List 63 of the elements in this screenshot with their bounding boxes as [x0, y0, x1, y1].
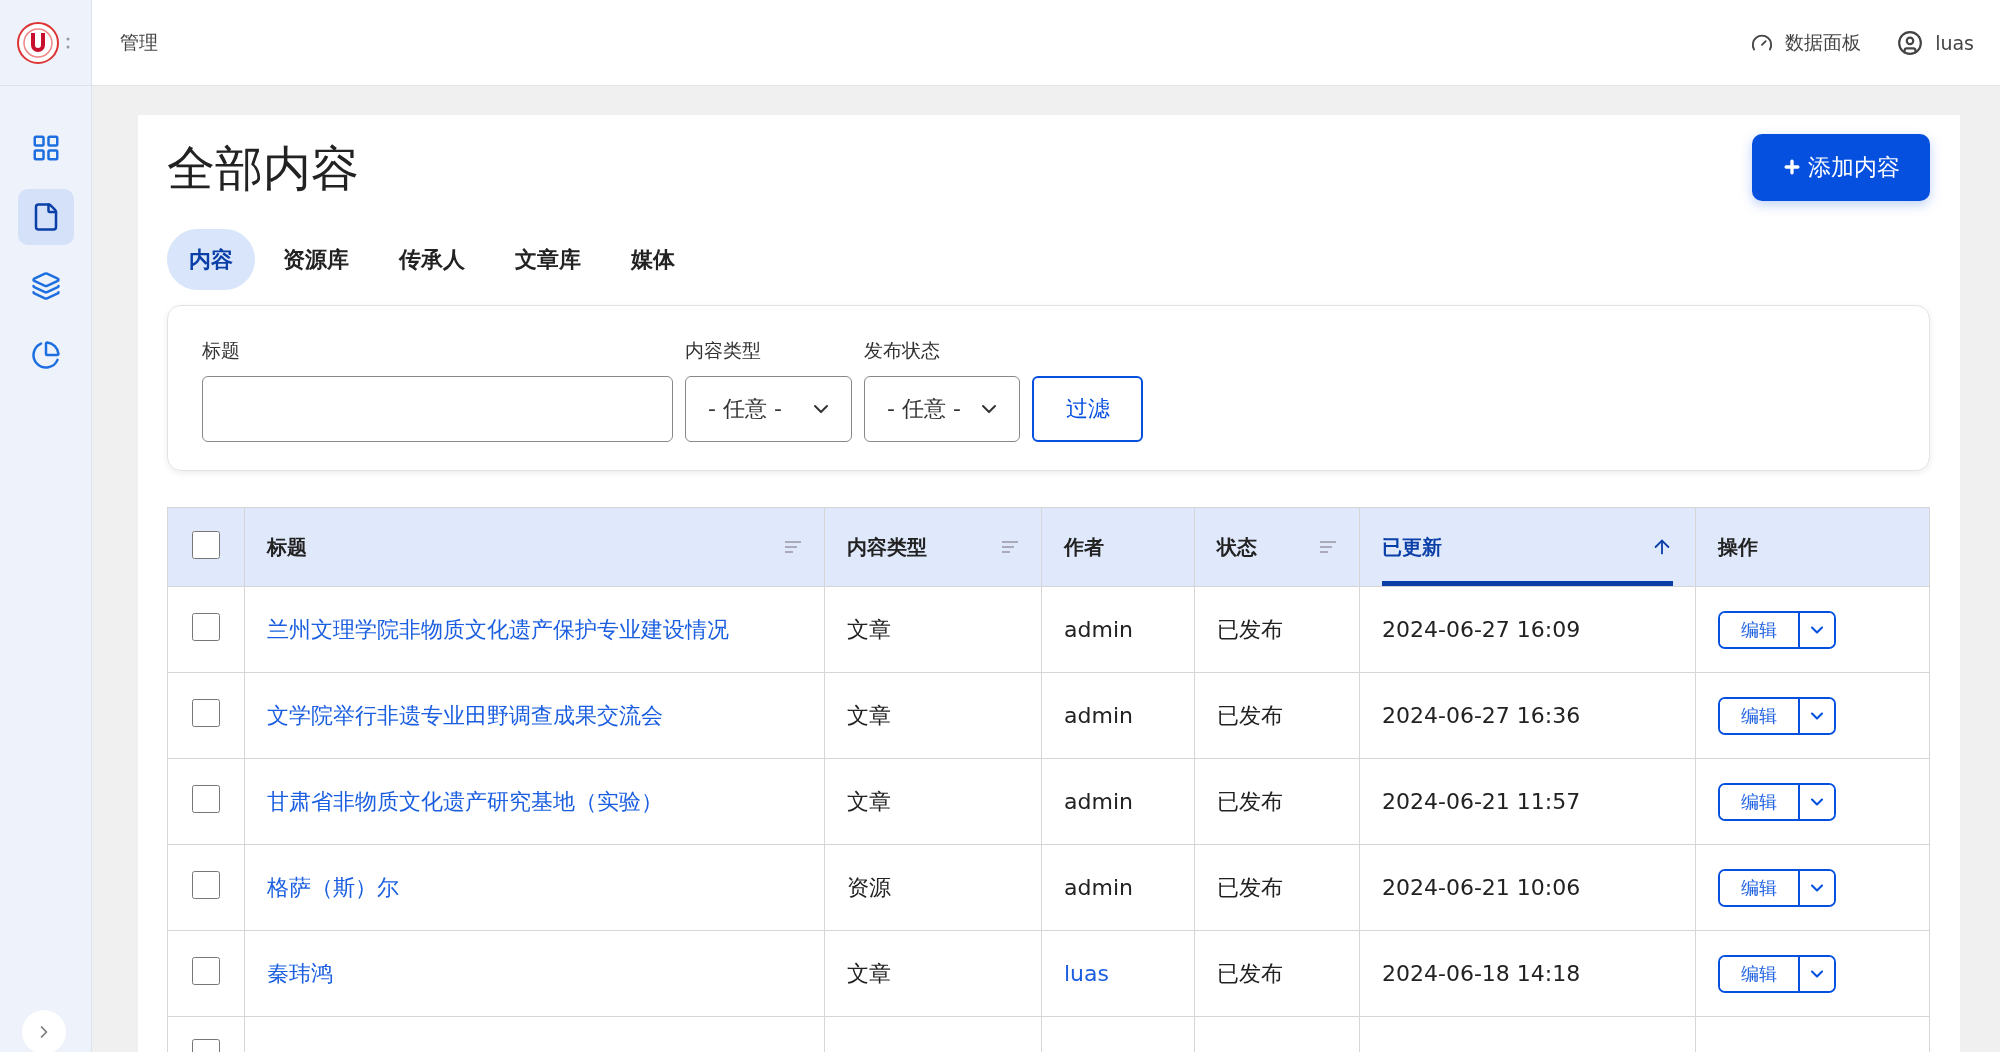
layers-icon — [30, 271, 61, 301]
table-cell: 2024-06-18 14:18 — [1382, 961, 1581, 986]
table-cell: 文章 — [847, 616, 891, 642]
plus-icon — [1782, 157, 1802, 177]
tab[interactable]: 文章库 — [493, 229, 603, 290]
filter-button[interactable]: 过滤 — [1032, 376, 1143, 442]
column-header[interactable]: 标题 — [267, 533, 307, 561]
dashboard-link[interactable]: 数据面板 — [1751, 29, 1862, 56]
table-cell: 已发布 — [1217, 960, 1283, 986]
field-label: 标题 — [202, 338, 241, 363]
column-header[interactable]: 内容类型 — [847, 533, 927, 561]
table-cell: admin — [1064, 875, 1133, 900]
section-title: 管理 — [120, 29, 159, 55]
column-header: 操作 — [1718, 533, 1758, 561]
row-checkbox[interactable] — [192, 785, 220, 813]
table-cell: 2024-06-27 16:36 — [1382, 703, 1581, 728]
row-checkbox[interactable] — [192, 957, 220, 985]
row-checkbox[interactable] — [192, 613, 220, 641]
table-cell: admin — [1064, 703, 1133, 728]
table-cell: 2024-06-21 11:57 — [1382, 789, 1581, 814]
type-select[interactable]: - 任意 - — [685, 376, 852, 442]
column-header[interactable]: 已更新 — [1382, 533, 1442, 561]
add-content-button[interactable]: 添加内容 — [1752, 133, 1930, 201]
select-all-checkbox[interactable] — [192, 530, 220, 559]
author-link[interactable]: luas — [1064, 961, 1109, 986]
edit-button[interactable]: 编辑 — [1720, 956, 1800, 991]
title-link[interactable]: 格萨（斯）尔 — [267, 874, 399, 900]
table-cell: admin — [1064, 789, 1133, 814]
row-checkbox[interactable] — [192, 871, 220, 899]
title-input-field[interactable] — [202, 376, 673, 442]
field-label: 内容类型 — [685, 338, 762, 363]
edit-button[interactable]: 编辑 — [1720, 612, 1800, 647]
table-cell: 文章 — [847, 702, 891, 728]
more-icon — [66, 35, 70, 50]
tab[interactable]: 资源库 — [261, 229, 371, 290]
tab[interactable]: 传承人 — [377, 229, 487, 290]
table-cell: 已发布 — [1217, 874, 1283, 900]
column-header: 作者 — [1064, 533, 1104, 561]
edit-button[interactable]: 编辑 — [1720, 698, 1800, 733]
row-checkbox[interactable] — [192, 699, 220, 727]
table-cell: 资源 — [847, 874, 891, 900]
title-link[interactable]: 秦玮鸿 — [267, 960, 333, 986]
table-cell: admin — [1064, 617, 1133, 642]
table-cell: 文章 — [847, 788, 891, 814]
table-cell: 已发布 — [1217, 702, 1283, 728]
column-header[interactable]: 状态 — [1217, 533, 1257, 561]
table-cell: 文章 — [847, 960, 891, 986]
table-cell: 已发布 — [1217, 616, 1283, 642]
pie-chart-icon — [30, 340, 61, 370]
edit-button[interactable]: 编辑 — [1720, 870, 1800, 905]
tab[interactable]: 媒体 — [609, 229, 697, 290]
user-icon — [1897, 29, 1924, 56]
status-select[interactable]: - 任意 - — [864, 376, 1020, 442]
table-cell: 2024-06-27 16:09 — [1382, 617, 1581, 642]
table-cell: 已发布 — [1217, 788, 1283, 814]
edit-button[interactable]: 编辑 — [1720, 784, 1800, 819]
tab[interactable]: 内容 — [167, 229, 255, 290]
field-label: 发布状态 — [864, 338, 941, 363]
sidebar-item[interactable] — [17, 189, 74, 245]
logo-icon — [16, 20, 60, 65]
table-cell: 2024-06-21 10:06 — [1382, 875, 1581, 900]
page-title: 全部内容 — [167, 139, 359, 198]
user-link[interactable]: luas — [1897, 29, 1974, 56]
